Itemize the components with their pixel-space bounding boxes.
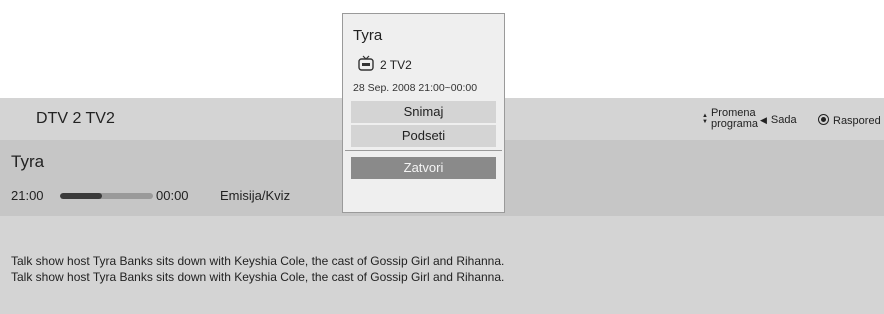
now-label: Sada [770, 114, 797, 126]
close-button[interactable]: Zatvori [351, 157, 496, 179]
popup-title: Tyra [353, 27, 383, 44]
popup-datetime: 28 Sep. 2008 21:00~00:00 [353, 82, 478, 94]
left-triangle-icon: ◀ [760, 115, 767, 125]
change-program-label-line2: programa [710, 118, 759, 130]
schedule-control[interactable]: Raspored [818, 114, 881, 127]
schedule-label: Raspored [833, 115, 881, 127]
up-down-arrows-icon: ▲ ▼ [702, 113, 708, 125]
program-progress-fill [60, 193, 102, 199]
program-end-time: 00:00 [156, 188, 189, 203]
change-program-control[interactable]: ▲ ▼ Promena programa [702, 108, 758, 130]
program-progress-bar [60, 193, 153, 199]
radio-dot-icon [818, 114, 829, 125]
description-line: Talk show host Tyra Banks sits down with… [11, 270, 505, 284]
header-controls: ▲ ▼ Promena programa ◀ Sada Raspored [702, 106, 884, 136]
program-genre: Emisija/Kviz [220, 188, 291, 203]
program-options-popup: Tyra 2 TV2 28 Sep. 2008 21:00~00:00 Snim… [342, 13, 505, 213]
description-line: Talk show host Tyra Banks sits down with… [11, 254, 505, 268]
channel-label: DTV 2 TV2 [36, 110, 115, 127]
program-title: Tyra [11, 152, 45, 171]
tv-icon [358, 55, 374, 71]
remind-button[interactable]: Podseti [351, 125, 496, 147]
record-button[interactable]: Snimaj [351, 101, 496, 123]
now-control[interactable]: ◀ Sada [760, 114, 797, 126]
program-start-time: 21:00 [11, 188, 44, 203]
popup-divider [345, 150, 502, 151]
change-program-label: Promena programa [711, 108, 758, 130]
popup-channel: 2 TV2 [380, 58, 412, 72]
